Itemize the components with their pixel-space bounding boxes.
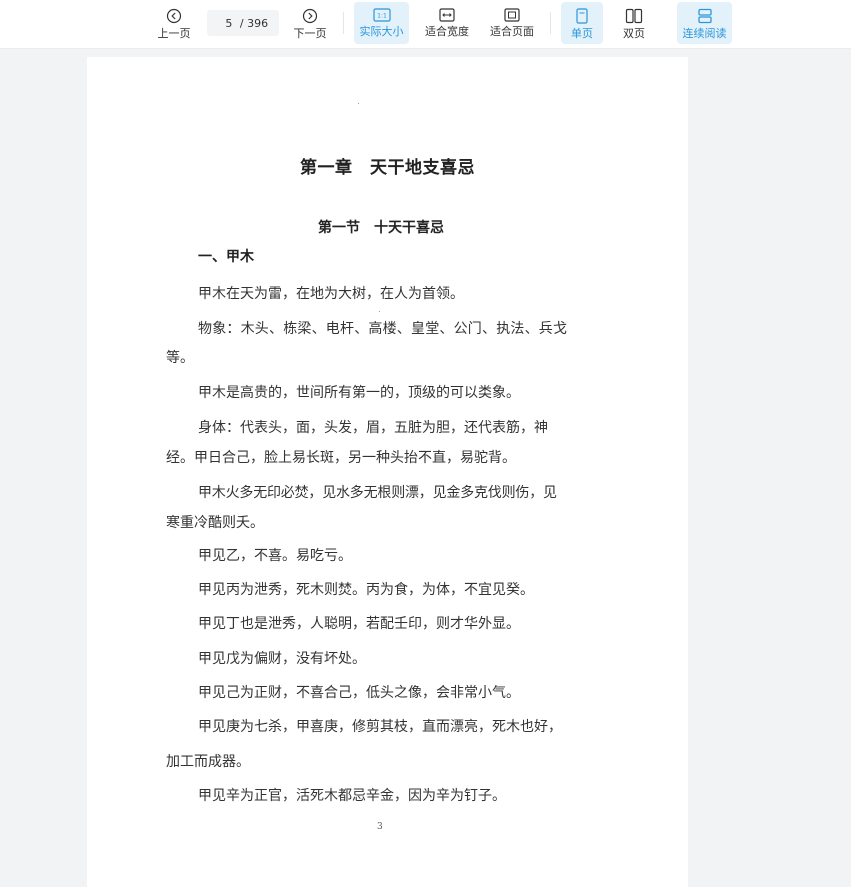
- sub-title: 一、甲木: [198, 249, 254, 265]
- body-line: 甲见乙，不喜。易吃亏。: [198, 548, 352, 564]
- body-line: 甲见丁也是泄秀，人聪明，若配壬印，则才华外显。: [198, 616, 520, 632]
- toolbar-divider: [550, 12, 551, 34]
- page-speck: [358, 103, 359, 104]
- total-pages: / 396: [239, 16, 269, 30]
- single-page-button[interactable]: 单页: [561, 2, 603, 44]
- body-line: 身体：代表头，面，头发，眉，五脏为胆，还代表筋，神: [198, 420, 548, 436]
- fit-page-icon: [504, 8, 520, 22]
- body-line: 等。: [166, 350, 194, 366]
- body-line: 加工而成器。: [166, 754, 250, 770]
- continuous-read-icon: [697, 8, 712, 24]
- double-page-button[interactable]: 双页: [613, 2, 655, 44]
- body-line: 甲见己为正财，不喜合己，低头之像，会非常小气。: [198, 685, 520, 701]
- viewer-toolbar: 上一页 / 396 下一页 1:1 实际大小 适合宽度 适合页面: [0, 0, 851, 49]
- body-line: 甲见戊为偏财，没有坏处。: [198, 651, 366, 667]
- prev-page-button[interactable]: 上一页: [150, 2, 198, 44]
- prev-page-label: 上一页: [157, 27, 191, 40]
- actual-size-button[interactable]: 1:1 实际大小: [354, 2, 409, 44]
- next-page-label: 下一页: [293, 27, 327, 40]
- current-page-input[interactable]: [217, 16, 240, 30]
- arrow-left-circle-icon: [166, 8, 182, 24]
- toolbar-divider: [343, 12, 344, 34]
- continuous-read-label: 连续阅读: [682, 27, 727, 40]
- document-page[interactable]: 第一章 天干地支喜忌 第一节 十天干喜忌 一、甲木 甲木在天为雷，在地为大树，在…: [87, 57, 688, 887]
- actual-size-label: 实际大小: [359, 25, 404, 38]
- single-page-icon: [576, 8, 588, 24]
- body-line: 甲见辛为正官，活死木都忌辛金，因为辛为钉子。: [198, 788, 506, 804]
- fit-width-label: 适合宽度: [425, 25, 469, 38]
- double-page-label: 双页: [623, 27, 645, 40]
- fit-width-icon: [439, 8, 455, 22]
- body-line: 物象：木头、栋梁、电杆、高楼、皇堂、公门、执法、兵戈: [198, 321, 568, 337]
- section-title: 第一节 十天干喜忌: [318, 220, 444, 236]
- arrow-right-circle-icon: [302, 8, 318, 24]
- fit-page-button[interactable]: 适合页面: [483, 2, 541, 44]
- page-number: 3: [377, 822, 383, 832]
- body-line: 甲见丙为泄秀，死木则焚。丙为食，为体，不宜见癸。: [198, 582, 534, 598]
- body-line: 甲见庚为七杀，甲喜庚，修剪其枝，直而漂亮，死木也好，: [198, 719, 562, 735]
- body-line: 甲木火多无印必焚，见水多无根则漂，见金多克伐则伤，见: [198, 485, 557, 501]
- double-page-icon: [625, 8, 643, 24]
- fit-width-button[interactable]: 适合宽度: [418, 2, 476, 44]
- page-speck: [379, 311, 380, 312]
- next-page-button[interactable]: 下一页: [286, 2, 334, 44]
- body-line: 经。甲日合己，脸上易长斑，另一种头抬不直，易驼背。: [166, 450, 516, 466]
- actual-size-icon: 1:1: [372, 8, 391, 22]
- body-line: 甲木是高贵的，世间所有第一的，顶级的可以类象。: [198, 385, 520, 401]
- single-page-label: 单页: [571, 27, 593, 40]
- svg-text:1:1: 1:1: [377, 13, 387, 20]
- body-line: 寒重冷酷则夭。: [166, 515, 264, 531]
- chapter-title: 第一章 天干地支喜忌: [300, 158, 475, 178]
- fit-page-label: 适合页面: [490, 25, 534, 38]
- body-line: 甲木在天为雷，在地为大树，在人为首领。: [198, 286, 464, 302]
- continuous-read-button[interactable]: 连续阅读: [677, 2, 732, 44]
- page-indicator: / 396: [207, 10, 279, 36]
